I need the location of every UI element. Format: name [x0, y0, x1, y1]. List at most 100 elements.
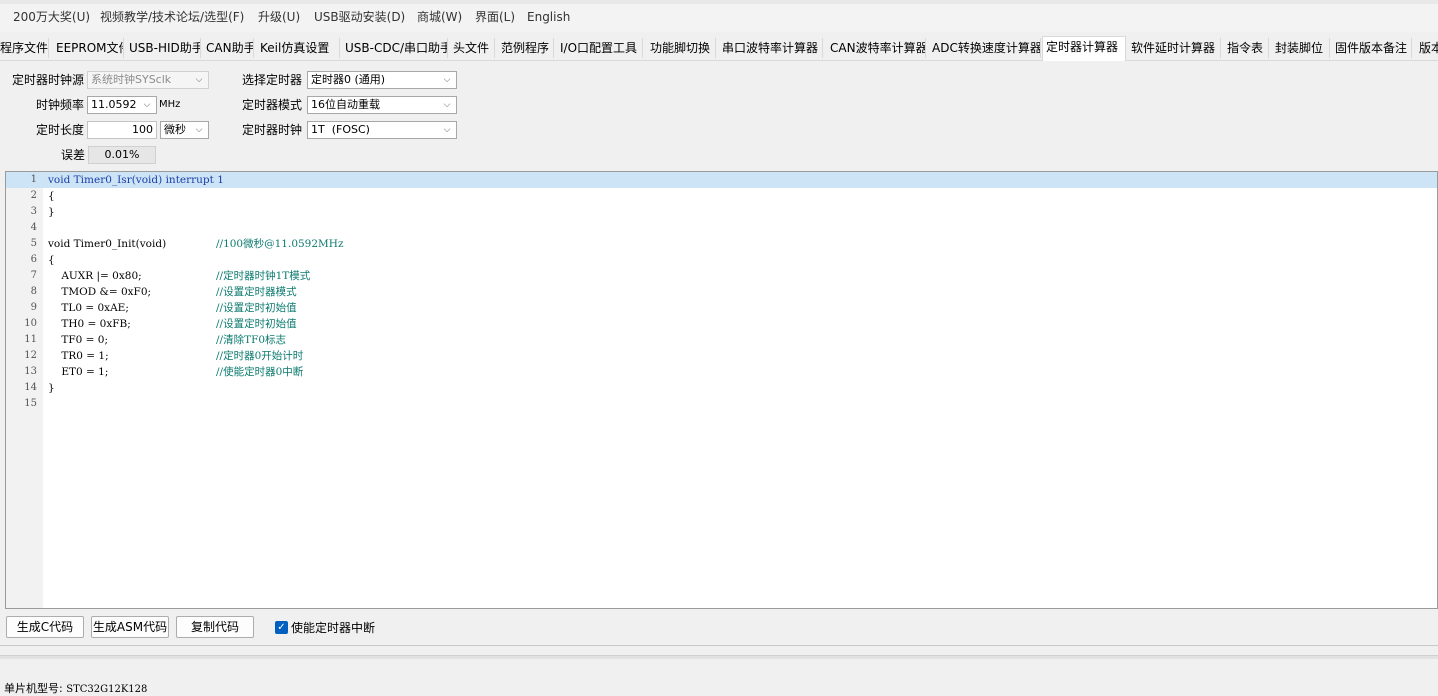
code-line[interactable]: 2{ — [6, 188, 1437, 204]
code-comment: //定时器0开始计时 — [216, 350, 304, 362]
tab-usb-hid[interactable]: USB-HID助手 — [126, 38, 201, 58]
line-number: 3 — [30, 206, 37, 217]
code-line[interactable]: 14} — [6, 380, 1437, 396]
line-number: 7 — [30, 270, 37, 281]
code-comment: //设置定时器模式 — [216, 286, 297, 298]
length-unit-select[interactable]: 微秒 ⌵ — [160, 121, 209, 139]
enable-interrupt-label[interactable]: 使能定时器中断 — [291, 618, 375, 638]
timer-select-value: 定时器0 (通用) — [311, 73, 386, 86]
freq-value: 11.0592 — [91, 98, 137, 111]
code-line[interactable]: 11 TF0 = 0; //清除TF0标志 — [6, 332, 1437, 348]
code-editor[interactable]: 1 void Timer0_Isr(void) interrupt 1 2{3} 4 5… — [5, 171, 1438, 609]
chevron-down-icon[interactable]: ⌵ — [194, 122, 204, 138]
code-text: TL0 = 0xAE; — [48, 302, 129, 314]
line-number: 6 — [30, 254, 37, 265]
timer-select[interactable]: 定时器0 (通用) ⌵ — [307, 71, 457, 89]
tab-uart-baud[interactable]: 串口波特率计算器 — [719, 38, 823, 58]
line-number: 10 — [24, 318, 37, 329]
chevron-down-icon[interactable]: ⌵ — [142, 97, 152, 113]
length-input[interactable]: 100 — [87, 121, 157, 139]
menu-prize[interactable]: 200万大奖(U) — [13, 8, 90, 26]
tab-can-helper[interactable]: CAN助手 — [203, 38, 254, 58]
tab-package-pins[interactable]: 封装脚位 — [1272, 38, 1330, 58]
code-comment: //设置定时初始值 — [216, 302, 297, 314]
chevron-down-icon[interactable]: ⌵ — [442, 97, 452, 113]
tab-strip: 程序文件 EEPROM文件 USB-HID助手 CAN助手 Keil仿真设置 U… — [0, 36, 1438, 61]
code-text: AUXR |= 0x80; — [48, 270, 142, 282]
generate-c-code-button[interactable]: 生成C代码 — [6, 616, 84, 638]
code-comment: //100微秒@11.0592MHz — [216, 238, 344, 250]
tab-timer-calculator[interactable]: 定时器计算器 — [1042, 36, 1126, 61]
tab-usb-cdc[interactable]: USB-CDC/串口助手 — [342, 38, 448, 58]
code-line[interactable]: 9 TL0 = 0xAE; //设置定时初始值 — [6, 300, 1437, 316]
splitter-bar[interactable] — [0, 655, 1438, 659]
status-bar: 单片机型号: STC32G12K128 — [4, 680, 147, 696]
chevron-down-icon[interactable]: ⌵ — [442, 122, 452, 138]
code-line[interactable]: 13 ET0 = 1; //使能定时器0中断 — [6, 364, 1437, 380]
code-text: void Timer0_Init(void) — [48, 238, 167, 250]
code-line[interactable]: 8 TMOD &= 0xF0; //设置定时器模式 — [6, 284, 1437, 300]
freq-select[interactable]: 11.0592 ⌵ — [87, 96, 157, 114]
tab-program-file[interactable]: 程序文件 — [0, 38, 49, 58]
tab-version[interactable]: 版本 — [1416, 38, 1438, 58]
line-number: 12 — [24, 350, 37, 361]
code-comment: //清除TF0标志 — [216, 334, 287, 346]
code-line[interactable]: 6{ — [6, 252, 1437, 268]
code-line[interactable]: 1 void Timer0_Isr(void) interrupt 1 — [6, 172, 1437, 188]
error-label: 误差 — [61, 148, 86, 162]
timer-mode-label: 定时器模式 — [242, 98, 303, 112]
menu-interface[interactable]: 界面(L) — [475, 8, 515, 26]
mcu-model-value: STC32G12K128 — [66, 684, 148, 695]
code-line[interactable]: 15 — [6, 396, 1437, 412]
code-line[interactable]: 3} — [6, 204, 1437, 220]
tab-can-baud[interactable]: CAN波特率计算器 — [827, 38, 926, 58]
tab-keil-sim[interactable]: Keil仿真设置 — [257, 38, 340, 58]
code-text: TH0 = 0xFB; — [48, 318, 131, 330]
timer-mode-select[interactable]: 16位自动重载 ⌵ — [307, 96, 457, 114]
menu-english[interactable]: English — [527, 8, 570, 26]
menu-usb-driver[interactable]: USB驱动安装(D) — [314, 8, 405, 26]
tab-adc-speed[interactable]: ADC转换速度计算器 — [929, 38, 1041, 58]
menu-mall[interactable]: 商城(W) — [417, 8, 462, 26]
tab-pin-switch[interactable]: 功能脚切换 — [647, 38, 716, 58]
tab-soft-delay[interactable]: 软件延时计算器 — [1128, 38, 1221, 58]
code-line[interactable]: 4 — [6, 220, 1437, 236]
code-text: TR0 = 1; — [48, 350, 109, 362]
enable-interrupt-checkbox[interactable]: ✓ — [275, 621, 288, 634]
code-line[interactable]: 5 void Timer0_Init(void) //100微秒@11.0592MH… — [6, 236, 1437, 252]
mcu-model-label: 单片机型号: — [4, 682, 63, 695]
code-text: TMOD &= 0xF0; — [48, 286, 152, 298]
timer-clock-select[interactable]: 1T (FOSC) ⌵ — [307, 121, 457, 139]
code-text: } — [48, 206, 55, 218]
code-text: ET0 = 1; — [48, 366, 109, 378]
line-number: 2 — [30, 190, 37, 201]
menu-upgrade[interactable]: 升级(U) — [258, 8, 300, 26]
code-text: void Timer0_Isr(void) interrupt 1 — [48, 174, 224, 186]
line-number: 11 — [24, 334, 37, 345]
tab-examples[interactable]: 范例程序 — [498, 38, 554, 58]
clock-source-select: 系统时钟SYSclk ⌵ — [87, 71, 209, 89]
tab-io-config[interactable]: I/O口配置工具 — [557, 38, 643, 58]
generate-asm-code-button[interactable]: 生成ASM代码 — [91, 616, 169, 638]
tab-eeprom-file[interactable]: EEPROM文件 — [53, 38, 124, 58]
timer-clock-label: 定时器时钟 — [242, 123, 303, 137]
code-line[interactable]: 12 TR0 = 1; //定时器0开始计时 — [6, 348, 1437, 364]
line-number: 14 — [24, 382, 37, 393]
tab-firmware-notes[interactable]: 固件版本备注 — [1332, 38, 1412, 58]
chevron-down-icon: ⌵ — [195, 75, 203, 85]
line-number: 13 — [24, 366, 37, 377]
chevron-down-icon[interactable]: ⌵ — [442, 72, 452, 88]
line-number: 4 — [30, 222, 37, 233]
tab-instruction-table[interactable]: 指令表 — [1224, 38, 1269, 58]
code-comment: //设置定时初始值 — [216, 318, 297, 330]
code-line[interactable]: 7 AUXR |= 0x80; //定时器时钟1T模式 — [6, 268, 1437, 284]
code-line[interactable]: 10 TH0 = 0xFB; //设置定时初始值 — [6, 316, 1437, 332]
timer-select-label: 选择定时器 — [242, 73, 303, 87]
menu-video-forum[interactable]: 视频教学/技术论坛/选型(F) — [100, 8, 244, 26]
line-number: 9 — [30, 302, 37, 313]
clock-source-value: 系统时钟SYSclk — [91, 73, 172, 86]
clock-source-label: 定时器时钟源 — [12, 73, 85, 87]
menu-bar: 200万大奖(U) 视频教学/技术论坛/选型(F) 升级(U) USB驱动安装(… — [0, 0, 1438, 32]
tab-header-file[interactable]: 头文件 — [450, 38, 495, 58]
copy-code-button[interactable]: 复制代码 — [176, 616, 254, 638]
